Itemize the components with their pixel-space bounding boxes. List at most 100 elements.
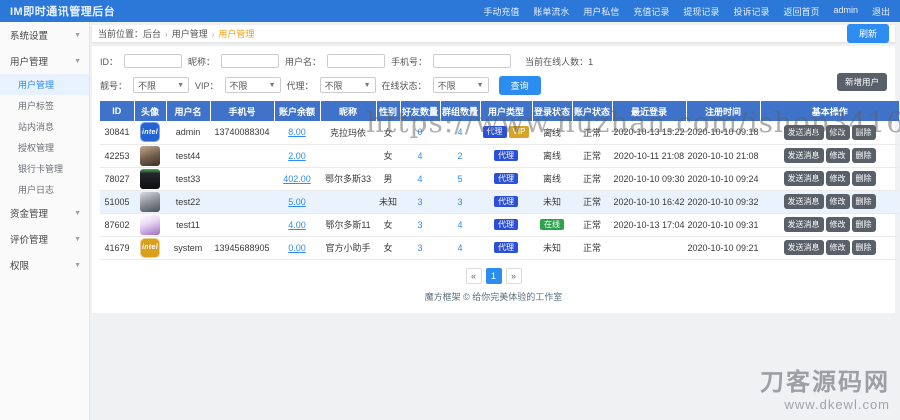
- table-row: 78027 test33 402.00 鄂尔多斯33 男 4 5 代理 离线 正常 2020-10-…: [100, 167, 899, 191]
- top-nav-link-充值记录[interactable]: 充值记录: [633, 5, 669, 18]
- avatar[interactable]: [140, 214, 160, 235]
- edit-button[interactable]: 修改: [825, 171, 850, 186]
- groups-count-link[interactable]: 5: [457, 174, 462, 184]
- filter-input-0[interactable]: [124, 54, 183, 68]
- add-user-button[interactable]: 新增用户: [836, 73, 887, 91]
- edit-button[interactable]: 修改: [825, 217, 850, 232]
- avatar[interactable]: [140, 168, 160, 189]
- sidebar-group-系统设置[interactable]: 系统设置 ▼: [0, 22, 89, 48]
- breadcrumb-item[interactable]: 后台: [143, 29, 161, 39]
- friends-cell: 3: [400, 190, 440, 214]
- balance-cell: 4.00: [274, 213, 320, 237]
- pager-prev[interactable]: «: [465, 267, 482, 284]
- top-nav-link-用户私信[interactable]: 用户私信: [583, 5, 619, 18]
- sidebar-group-用户管理[interactable]: 用户管理 ▼: [0, 48, 89, 74]
- top-nav-link-手动充值[interactable]: 手动充值: [483, 5, 519, 18]
- corner-watermark-title: 刀客源码网: [760, 369, 890, 396]
- groups-count-link[interactable]: 3: [457, 197, 462, 207]
- breadcrumb-item[interactable]: 用户管理: [218, 29, 254, 39]
- top-nav-link-退出[interactable]: 退出: [872, 5, 890, 18]
- pager-page-1[interactable]: 1: [485, 267, 502, 284]
- friends-count-link[interactable]: 4: [417, 151, 422, 161]
- edit-button[interactable]: 修改: [825, 194, 850, 209]
- send-message-button[interactable]: 发送消息: [783, 194, 824, 209]
- avatar[interactable]: intel: [140, 122, 160, 143]
- balance-link[interactable]: 402.00: [283, 174, 311, 184]
- send-message-button[interactable]: 发送消息: [783, 240, 824, 255]
- delete-button[interactable]: 删除: [851, 240, 876, 255]
- sidebar-item-用户日志[interactable]: 用户日志: [0, 179, 89, 200]
- sidebar-item-用户管理[interactable]: 用户管理: [0, 74, 89, 95]
- balance-link[interactable]: 0.00: [288, 243, 306, 253]
- breadcrumb-item[interactable]: 用户管理: [172, 29, 208, 39]
- sidebar-group-评价管理[interactable]: 评价管理 ▼: [0, 226, 89, 252]
- sidebar-item-授权管理[interactable]: 授权管理: [0, 137, 89, 158]
- corner-watermark: 刀客源码网 www.dkewl.com: [760, 362, 890, 412]
- filter-input-3[interactable]: [433, 54, 512, 68]
- filter-select-2[interactable]: 不限 ▼: [319, 77, 376, 93]
- balance-link[interactable]: 5.00: [288, 197, 306, 207]
- delete-button[interactable]: 删除: [851, 124, 876, 140]
- filter-select-1[interactable]: 不限 ▼: [224, 77, 281, 93]
- username-cell: test44: [166, 144, 210, 168]
- friends-count-link[interactable]: 3: [417, 197, 422, 207]
- search-button[interactable]: 查询: [498, 75, 541, 95]
- delete-button[interactable]: 删除: [851, 217, 876, 232]
- top-nav-link-返回首页[interactable]: 返回首页: [783, 5, 819, 18]
- delete-button[interactable]: 删除: [851, 148, 876, 163]
- filter-label: 靓号：: [100, 80, 128, 91]
- sidebar-item-用户标签[interactable]: 用户标签: [0, 95, 89, 116]
- send-message-button[interactable]: 发送消息: [783, 124, 824, 140]
- delete-button[interactable]: 删除: [851, 171, 876, 186]
- avatar[interactable]: intel: [140, 237, 160, 258]
- last-login-cell: 2020-10-10 16:42: [612, 190, 686, 214]
- groups-count-link[interactable]: 2: [457, 151, 462, 161]
- send-message-button[interactable]: 发送消息: [783, 171, 824, 186]
- delete-button[interactable]: 删除: [851, 194, 876, 209]
- top-nav-link-admin[interactable]: admin: [833, 5, 858, 18]
- nickname-cell: 鄂尔多斯33: [320, 167, 376, 191]
- edit-button[interactable]: 修改: [825, 240, 850, 255]
- account-status-cell: 正常: [572, 213, 612, 237]
- filter-select-3[interactable]: 不限 ▼: [432, 77, 489, 93]
- table-header-row: ID 头像 用户名 手机号 账户余额 昵称 性别 好友数量 群组数量 用户类型 登录状态 账户状态 最近…: [100, 101, 899, 121]
- groups-count-link[interactable]: 4: [457, 220, 462, 230]
- balance-link[interactable]: 8.00: [288, 127, 306, 137]
- select-value: 不限: [437, 80, 456, 91]
- edit-button[interactable]: 修改: [825, 148, 850, 163]
- breadcrumb-separator-icon: ›: [165, 30, 168, 39]
- friends-cell: 3: [400, 213, 440, 237]
- filter-label: ID：: [100, 56, 119, 67]
- top-nav-link-投诉记录[interactable]: 投诉记录: [733, 5, 769, 18]
- avatar-cell: [134, 167, 166, 191]
- filter-select-0[interactable]: 不限 ▼: [133, 77, 190, 93]
- edit-button[interactable]: 修改: [825, 124, 850, 140]
- sidebar-group-资金管理[interactable]: 资金管理 ▼: [0, 200, 89, 226]
- table-row: 41679 intel system 13945688905 0.00 官方小助手女 3 4 代…: [100, 236, 899, 260]
- groups-count-link[interactable]: 4: [457, 243, 462, 253]
- top-nav-link-提现记录[interactable]: 提现记录: [683, 5, 719, 18]
- friends-count-link[interactable]: 3: [417, 220, 422, 230]
- friends-count-link[interactable]: 3: [417, 243, 422, 253]
- send-message-button[interactable]: 发送消息: [783, 148, 824, 163]
- filter-input-2[interactable]: [327, 54, 386, 68]
- sidebar-item-银行卡管理[interactable]: 银行卡管理: [0, 158, 89, 179]
- avatar[interactable]: [140, 145, 160, 166]
- balance-link[interactable]: 2.00: [288, 151, 306, 161]
- send-message-button[interactable]: 发送消息: [783, 217, 824, 232]
- refresh-button[interactable]: 刷新: [846, 24, 889, 43]
- avatar[interactable]: [140, 191, 160, 212]
- avatar-cell: intel: [134, 121, 166, 145]
- column-header-头像: 头像: [134, 101, 167, 121]
- top-nav-link-账单流水[interactable]: 账单流水: [533, 5, 569, 18]
- groups-count-link[interactable]: 4: [457, 127, 462, 137]
- column-header-昵称: 昵称: [320, 101, 377, 121]
- sidebar-group-权限[interactable]: 权限 ▼: [0, 252, 89, 278]
- corner-watermark-url: www.dkewl.com: [784, 397, 890, 412]
- balance-link[interactable]: 4.00: [288, 220, 306, 230]
- sidebar-item-站内消息[interactable]: 站内消息: [0, 116, 89, 137]
- pager-next[interactable]: »: [505, 267, 522, 284]
- friends-count-link[interactable]: 4: [417, 174, 422, 184]
- filter-input-1[interactable]: [221, 54, 280, 68]
- friends-count-link[interactable]: 0: [417, 127, 422, 137]
